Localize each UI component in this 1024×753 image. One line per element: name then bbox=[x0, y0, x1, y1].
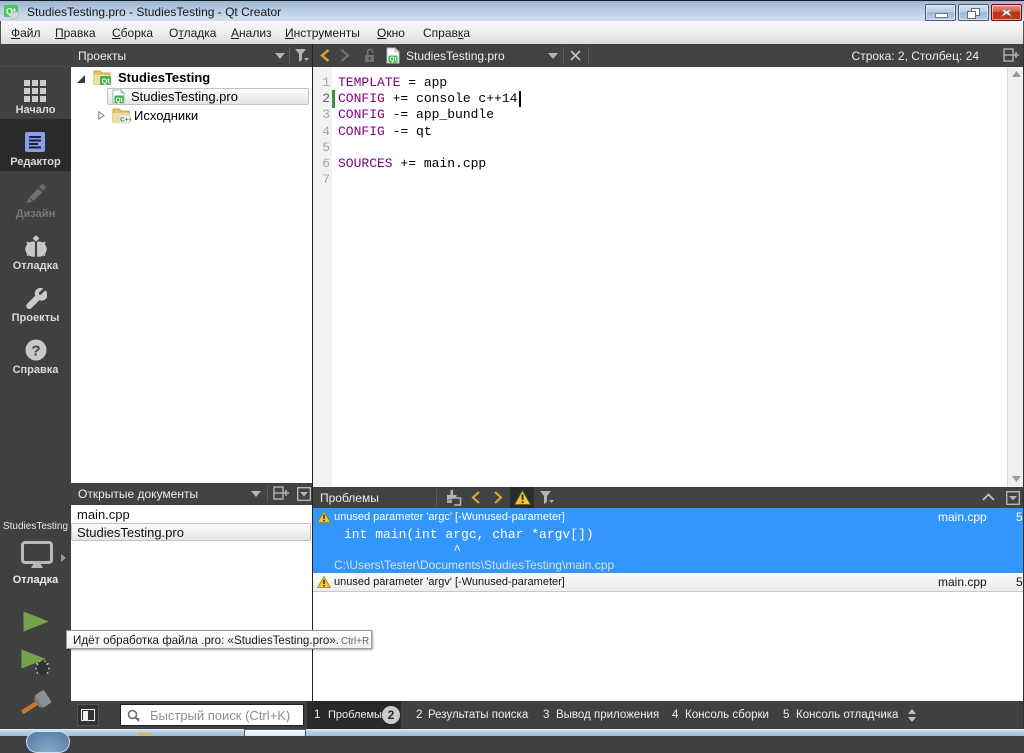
svg-text:C++: C++ bbox=[120, 117, 131, 124]
svg-text:Qt: Qt bbox=[390, 57, 397, 63]
svg-text:Qt: Qt bbox=[116, 97, 124, 104]
svg-text:?: ? bbox=[31, 343, 40, 360]
svg-text:Qt: Qt bbox=[102, 77, 111, 86]
